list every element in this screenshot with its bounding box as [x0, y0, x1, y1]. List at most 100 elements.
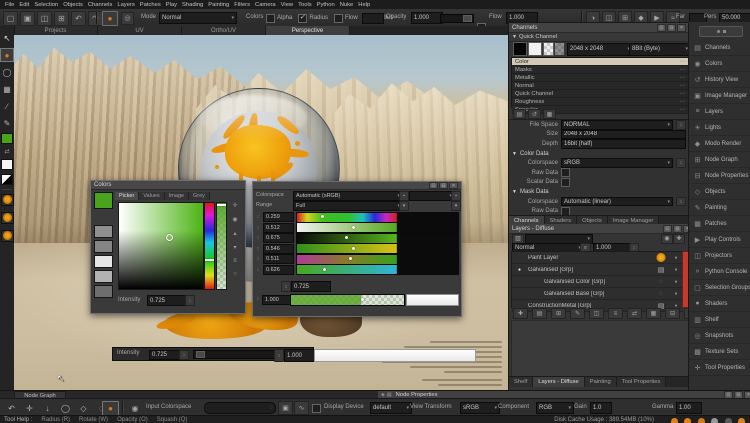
- checker-swatch-dark[interactable]: [554, 42, 565, 56]
- color-sample-icon[interactable]: ◉: [128, 402, 142, 415]
- slider-spinner[interactable]: ↕: [255, 235, 261, 241]
- layer-radio[interactable]: [518, 267, 525, 273]
- black-swatch[interactable]: [513, 42, 527, 56]
- slider-value-field[interactable]: 0.546: [263, 244, 294, 254]
- slider-spinner[interactable]: ↕: [255, 267, 261, 273]
- intensity-bar-field[interactable]: 0.725: [149, 350, 183, 360]
- value-bar-spinner[interactable]: ↕: [274, 349, 284, 362]
- toolbar-icon[interactable]: ◫: [37, 11, 52, 26]
- toolbar-icon[interactable]: ⊞: [54, 11, 69, 26]
- alpha-handle[interactable]: [217, 204, 226, 206]
- channel-action-icon[interactable]: ▤: [513, 109, 526, 119]
- menu-item[interactable]: Channels: [88, 2, 113, 8]
- channel-row[interactable]: Quick Channel: [512, 90, 688, 98]
- slider-bar[interactable]: [296, 222, 459, 233]
- dock-tab[interactable]: ◉ Colors: [689, 56, 750, 72]
- property-field[interactable]: NORMAL ▾: [561, 120, 673, 130]
- layer-row[interactable]: Galvanised Base [Grp]: [512, 288, 683, 300]
- palette-tab[interactable]: Shelf: [509, 377, 533, 387]
- layer-action-icon[interactable]: ▦: [646, 308, 661, 319]
- slider-value-field[interactable]: 0.675: [263, 233, 294, 243]
- colors-tab[interactable]: Grey: [189, 192, 210, 200]
- colors-tab[interactable]: Values: [139, 192, 164, 200]
- dock-tab[interactable]: ▥ Shelf: [689, 312, 750, 328]
- window-button[interactable]: ⊡: [663, 225, 672, 233]
- colors-tool-icon[interactable]: ▴: [233, 230, 236, 237]
- range-button2[interactable]: ▾: [451, 201, 461, 211]
- layer-row[interactable]: Galvanised Color [Grp]: [512, 276, 683, 288]
- alpha-preview-field[interactable]: [406, 294, 459, 306]
- channel-row[interactable]: Roughness: [512, 98, 688, 106]
- layer-action-icon[interactable]: ▤: [532, 308, 547, 319]
- opacity-slider[interactable]: [440, 14, 474, 23]
- menu-item[interactable]: Selection: [34, 2, 58, 8]
- layer-visibility-icon[interactable]: [669, 291, 683, 297]
- blend-mode-select[interactable]: Normal: [159, 12, 237, 24]
- property-side-button[interactable]: ↕: [676, 158, 686, 168]
- toolbar-checkbox[interactable]: Alpha: [266, 14, 292, 23]
- view-transform-select[interactable]: sRGB: [460, 402, 500, 414]
- channel-depth-select[interactable]: 8Bit (Byte): [629, 43, 691, 56]
- slider-spinner[interactable]: ↕: [255, 214, 261, 220]
- colorspace-button[interactable]: ▪: [399, 191, 409, 201]
- slider-handle[interactable]: [323, 268, 326, 271]
- dock-tab[interactable]: ▢ Selection Groups: [689, 280, 750, 296]
- slider-handle[interactable]: [352, 247, 355, 250]
- toolbar-checkbox[interactable]: Radius: [298, 14, 328, 23]
- tool-button[interactable]: ∕: [1, 100, 13, 112]
- dock-tab[interactable]: ◫ Projectors: [689, 248, 750, 264]
- layer-visibility-icon[interactable]: [669, 255, 683, 261]
- menu-item[interactable]: Camera: [255, 2, 276, 8]
- window-button[interactable]: ⊟: [673, 225, 682, 233]
- sv-crosshair[interactable]: [166, 234, 173, 241]
- slider-spinner[interactable]: ↕: [255, 246, 261, 252]
- dock-tab[interactable]: ▶ Play Controls: [689, 232, 750, 248]
- slider-bar[interactable]: [296, 233, 459, 244]
- channel-row[interactable]: Normal: [512, 82, 688, 90]
- slider-bar[interactable]: [296, 243, 459, 254]
- window-button[interactable]: ⊡: [657, 24, 666, 32]
- swap-colors-icon[interactable]: ⇄: [4, 148, 9, 155]
- shelf-brush-thumb[interactable]: [1, 212, 14, 224]
- tool-button[interactable]: ●: [1, 49, 13, 61]
- menu-item[interactable]: Edit: [19, 2, 29, 8]
- window-button[interactable]: ⊡: [429, 182, 438, 189]
- tool-button[interactable]: ▦: [1, 83, 13, 95]
- reset-colors-swatch[interactable]: [1, 174, 13, 185]
- sliders-titlebar[interactable]: ⊡⊟×: [253, 182, 461, 190]
- status-icon[interactable]: [683, 417, 692, 423]
- menu-item[interactable]: Painting: [208, 2, 229, 8]
- channel-size-select[interactable]: 2048 x 2048: [567, 43, 633, 56]
- dock-tab[interactable]: ◇ Objects: [689, 184, 750, 200]
- saturation-value-picker[interactable]: [118, 202, 204, 290]
- palette-tab[interactable]: Painting: [585, 377, 617, 387]
- toolbar-icon[interactable]: ▣: [20, 11, 35, 26]
- channel-row[interactable]: Metallic: [512, 74, 688, 82]
- colors-dialog-titlebar[interactable]: Colors: [91, 181, 245, 190]
- node-icon[interactable]: ▣: [278, 401, 293, 415]
- colors-tool-icon[interactable]: ≡: [233, 258, 237, 264]
- color-swatch[interactable]: [94, 285, 113, 298]
- transform-tool-icon[interactable]: ✛: [22, 401, 37, 416]
- colors-tool-icon[interactable]: ◉: [232, 216, 237, 223]
- property-field[interactable]: 16bit (half): [561, 139, 686, 149]
- range-select[interactable]: Full: [293, 201, 403, 211]
- tool-button[interactable]: ✎: [1, 117, 13, 129]
- menu-item[interactable]: Tools: [298, 2, 312, 8]
- slider-handle[interactable]: [352, 226, 355, 229]
- dock-tab[interactable]: ◎ Snapshots: [689, 328, 750, 344]
- dock-tab[interactable]: ☀ Lights: [689, 120, 750, 136]
- curve-icon[interactable]: ∿: [294, 401, 309, 415]
- dock-tab[interactable]: ⊞ Node Graph: [689, 152, 750, 168]
- dock-handle[interactable]: [699, 26, 743, 37]
- alpha-strip[interactable]: [216, 202, 227, 290]
- menu-item[interactable]: Patches: [140, 2, 161, 8]
- intensity-spinner[interactable]: ↕: [185, 295, 195, 306]
- checkbox-box[interactable]: [298, 14, 307, 23]
- opacity-field[interactable]: 1.000: [411, 12, 443, 24]
- status-icon[interactable]: [724, 417, 733, 423]
- dock-tab[interactable]: ⊟ Node Properties: [689, 168, 750, 184]
- color-swatch[interactable]: [94, 270, 113, 283]
- layer-action-icon[interactable]: ⊟: [665, 308, 680, 319]
- window-button[interactable]: ×: [677, 24, 686, 32]
